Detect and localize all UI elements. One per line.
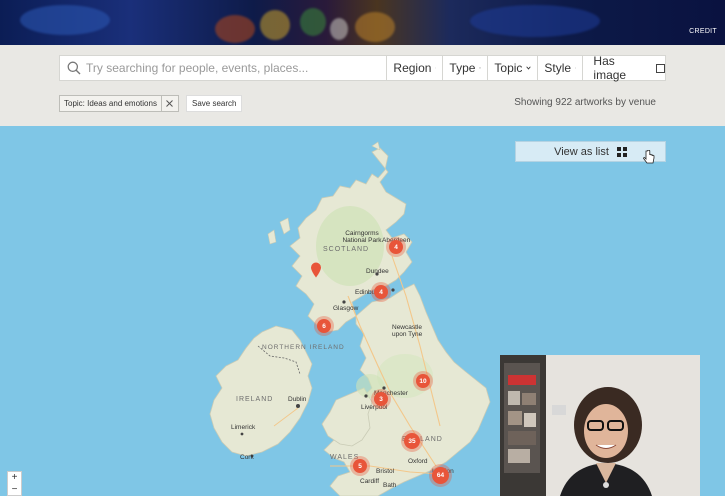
- region-filter-dropdown[interactable]: Region: [387, 56, 444, 80]
- map-cluster-marker[interactable]: 5: [353, 459, 367, 473]
- place-label-newcastle: Newcastle upon Tyne: [392, 324, 423, 338]
- grid-icon: [616, 146, 627, 157]
- topic-filter-label: Topic: [494, 61, 523, 75]
- region-filter-label: Region: [393, 61, 432, 75]
- webcam-video-overlay: [500, 355, 700, 496]
- active-filter-chip: Topic: Ideas and emotions: [59, 95, 179, 112]
- hero-banner: CREDIT: [0, 0, 725, 45]
- chevron-down-icon: [575, 67, 577, 69]
- place-label-bristol: Bristol: [376, 468, 395, 475]
- view-as-list-label: View as list: [554, 145, 609, 158]
- type-filter-label: Type: [449, 61, 476, 75]
- active-filter-label: Topic: Ideas and emotions: [64, 99, 157, 108]
- topic-filter-dropdown[interactable]: Topic: [488, 56, 539, 80]
- presenter-video-frame: [500, 355, 700, 496]
- search-field-wrapper: [60, 56, 388, 80]
- zoom-control: + −: [7, 471, 22, 496]
- type-filter-dropdown[interactable]: Type: [443, 56, 489, 80]
- place-label-dundee: Dundee: [366, 268, 389, 275]
- credit-label[interactable]: CREDIT: [689, 28, 717, 35]
- remove-filter-button[interactable]: [160, 96, 178, 111]
- region-label-northern-ireland: NORTHERN IRELAND: [262, 344, 345, 351]
- place-label-cairngorms: Cairngorms National Park: [342, 230, 382, 244]
- map-cluster-marker[interactable]: 10: [416, 374, 430, 388]
- hand-cursor-icon: [643, 150, 655, 164]
- save-search-button[interactable]: Save search: [186, 95, 243, 112]
- has-image-label: Has image: [593, 54, 627, 82]
- chevron-down-icon: [479, 67, 482, 69]
- style-filter-dropdown[interactable]: Style: [538, 56, 584, 80]
- style-filter-label: Style: [544, 61, 572, 75]
- results-count: Showing 922 artworks by venue: [514, 97, 656, 108]
- chevron-down-icon: [435, 67, 437, 69]
- zoom-in-button[interactable]: +: [8, 472, 21, 484]
- place-label-limerick: Limerick: [231, 424, 256, 431]
- place-label-bath: Bath: [383, 482, 397, 489]
- map-cluster-marker[interactable]: 6: [317, 319, 331, 333]
- place-label-oxford: Oxford: [408, 458, 428, 465]
- close-icon: [166, 100, 174, 107]
- has-image-checkbox[interactable]: [656, 63, 665, 73]
- search-input[interactable]: [60, 56, 387, 80]
- region-label-ireland: IRELAND: [236, 396, 274, 403]
- chevron-down-icon: [526, 66, 532, 70]
- zoom-out-button[interactable]: −: [8, 484, 21, 496]
- has-image-toggle[interactable]: Has image: [583, 54, 665, 82]
- map-pin-icon[interactable]: [310, 262, 322, 278]
- search-bar: Region Type Topic Style Has image: [59, 54, 666, 82]
- map-cluster-marker[interactable]: 64: [432, 467, 449, 484]
- map-cluster-marker[interactable]: 4: [374, 285, 388, 299]
- map-cluster-marker[interactable]: 4: [389, 240, 403, 254]
- region-label-scotland: SCOTLAND: [323, 246, 370, 253]
- map-cluster-marker[interactable]: 3: [374, 392, 388, 406]
- place-label-dublin: Dublin: [288, 396, 307, 403]
- place-label-cork: Cork: [240, 454, 254, 461]
- search-icon[interactable]: [67, 61, 81, 75]
- place-label-cardiff: Cardiff: [360, 478, 380, 485]
- map-cluster-marker[interactable]: 35: [404, 433, 420, 449]
- place-label-glasgow: Glasgow: [333, 305, 359, 312]
